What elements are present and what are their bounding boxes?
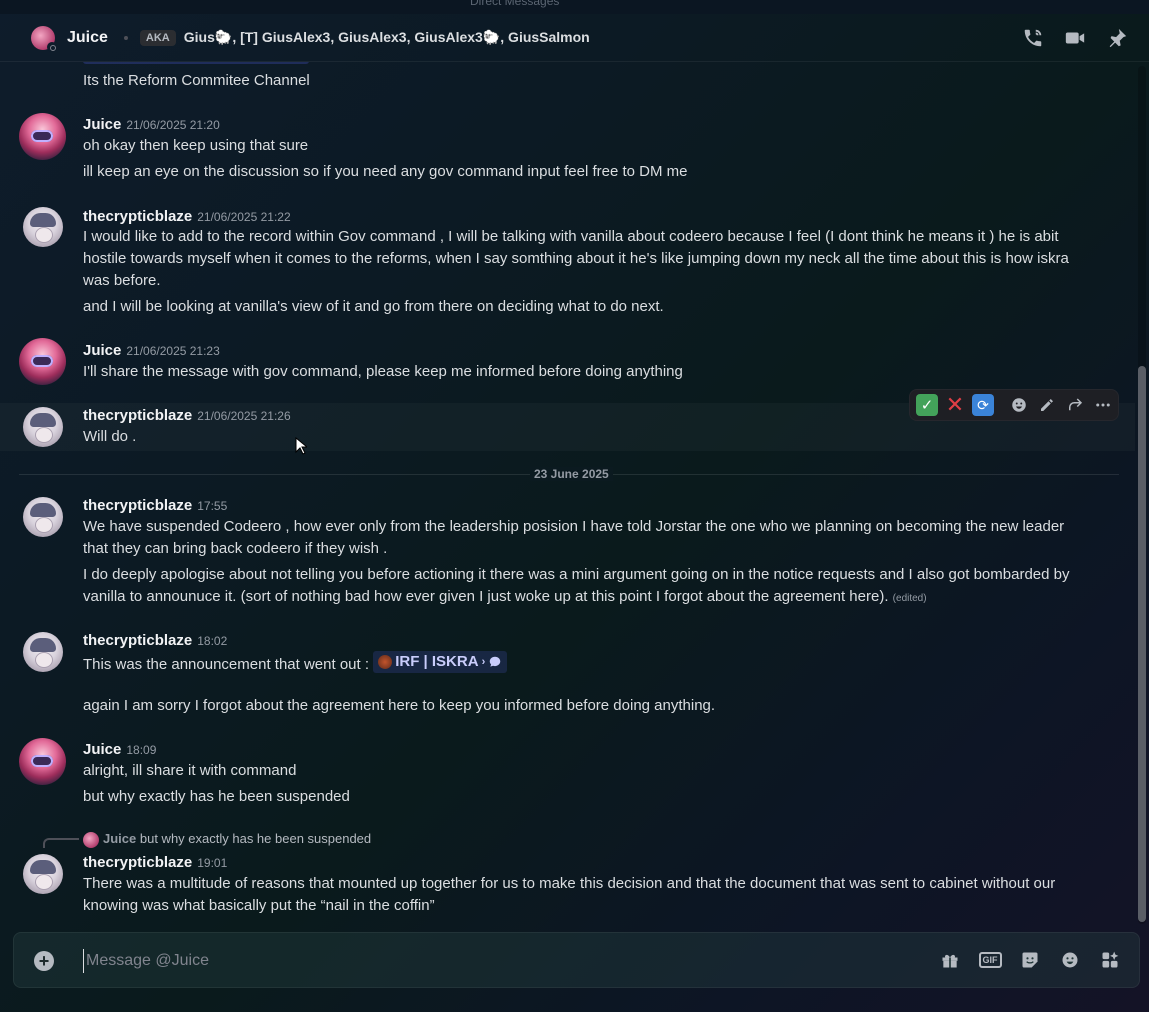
mouse-cursor-icon [295, 437, 307, 455]
header-separator-dot [123, 35, 128, 40]
edit-icon[interactable] [1036, 394, 1058, 416]
message-line: This was the announcement that went out … [83, 651, 1093, 676]
sticker-icon[interactable] [1019, 949, 1041, 971]
avatar[interactable] [19, 738, 66, 785]
message-header: Juice 21/06/2025 21:20 [83, 116, 220, 133]
gif-label: GIF [978, 952, 1002, 968]
message-hover-toolbar: ✓ ✕ ⟳ [909, 389, 1119, 421]
message-line: again I am sorry I forgot about the agre… [83, 697, 716, 714]
reply-preview[interactable]: Juice but why exactly has he been suspen… [83, 831, 371, 848]
timestamp: 18:02 [197, 634, 228, 648]
phone-call-icon[interactable] [1021, 26, 1045, 50]
timestamp: 21/06/2025 21:23 [126, 344, 220, 358]
author-name[interactable]: Juice [83, 741, 121, 758]
avatar[interactable] [23, 854, 63, 894]
avatar[interactable] [23, 207, 63, 247]
cross-mark-reaction[interactable]: ✕ [944, 392, 966, 417]
status-icon [47, 41, 57, 52]
timestamp: 21/06/2025 21:20 [126, 118, 220, 132]
message-list[interactable]: Its the Reform Commitee Channel Juice 21/… [0, 62, 1135, 928]
scrollbar-thumb[interactable] [1138, 366, 1146, 922]
message-composer: + GIF [13, 932, 1140, 988]
window-top-bar: Direct Messages [0, 0, 1149, 14]
message-line: ill keep an eye on the discussion so if … [83, 163, 688, 180]
date-divider-label: 23 June 2025 [530, 467, 613, 481]
message-line: We have suspended Codeero , how ever onl… [83, 518, 1065, 557]
edited-label: (edited) [892, 593, 927, 604]
author-name[interactable]: thecrypticblaze [83, 407, 192, 424]
avatar[interactable] [19, 113, 66, 160]
emoji-icon[interactable] [1059, 949, 1081, 971]
channel-mention[interactable]: IRF | ISKRA › [373, 651, 508, 673]
author-name[interactable]: Juice [83, 116, 121, 133]
message-line: alright, ill share it with command [83, 762, 297, 779]
header-username[interactable]: Juice [67, 29, 108, 47]
window-title: Direct Messages [470, 0, 560, 8]
gif-icon[interactable]: GIF [978, 949, 1002, 971]
timestamp: 21/06/2025 21:22 [197, 210, 291, 224]
repeat-button-reaction[interactable]: ⟳ [972, 394, 994, 416]
avatar[interactable] [23, 407, 63, 447]
message-header: Juice 21/06/2025 21:23 [83, 342, 220, 359]
server-icon [378, 655, 393, 669]
author-name[interactable]: thecrypticblaze [83, 854, 192, 871]
message-line: and I will be looking at vanilla's view … [83, 298, 664, 315]
more-icon[interactable] [1092, 394, 1114, 416]
message-line: Will do . [83, 428, 137, 445]
mention-label: IRF | ISKRA [395, 653, 479, 670]
gift-icon[interactable] [939, 949, 961, 971]
message-line: but why exactly has he been suspended [83, 788, 350, 805]
white-check-mark-reaction[interactable]: ✓ [916, 394, 938, 416]
timestamp: 18:09 [126, 743, 157, 757]
aka-aliases: Gius🐑, [T] GiusAlex3, GiusAlex3, GiusAle… [183, 29, 590, 45]
header-avatar[interactable] [31, 25, 57, 52]
embed-peek [83, 62, 309, 64]
message-header: thecrypticblaze 21/06/2025 21:22 [83, 208, 291, 225]
message-header: thecrypticblaze 17:55 [83, 497, 227, 514]
message-header: Juice 18:09 [83, 741, 156, 758]
message-line: I would like to add to the record within… [83, 228, 1069, 289]
message-header: thecrypticblaze 21/06/2025 21:26 [83, 407, 291, 424]
message-header: thecrypticblaze 19:01 [83, 854, 227, 871]
reply-spine [43, 838, 79, 848]
chat-bubble-icon [489, 656, 501, 667]
author-name[interactable]: thecrypticblaze [83, 497, 192, 514]
author-name[interactable]: thecrypticblaze [83, 208, 192, 225]
message-line: Its the Reform Commitee Channel [83, 72, 310, 89]
message-header: thecrypticblaze 18:02 [83, 632, 227, 649]
mention-separator: › [481, 656, 486, 668]
message-input[interactable] [83, 949, 783, 973]
message-text: This was the announcement that went out … [83, 656, 370, 673]
apps-icon[interactable] [1099, 949, 1121, 971]
message-line: I'll share the message with gov command,… [83, 363, 683, 380]
forward-icon[interactable] [1064, 394, 1086, 416]
aka-badge: AKA [139, 29, 176, 46]
message-scrollbar[interactable] [1138, 66, 1146, 924]
avatar[interactable] [19, 338, 66, 385]
timestamp: 17:55 [197, 499, 228, 513]
dm-header: Juice AKA Gius🐑, [T] GiusAlex3, GiusAlex… [0, 14, 1149, 62]
attach-plus-icon[interactable]: + [34, 951, 54, 971]
avatar[interactable] [23, 632, 63, 672]
timestamp: 19:01 [197, 856, 228, 870]
author-name[interactable]: thecrypticblaze [83, 632, 192, 649]
message-line: I do deeply apologise about not telling … [83, 564, 1093, 610]
add-reaction-icon[interactable] [1008, 394, 1030, 416]
reply-snippet: but why exactly has he been suspended [139, 831, 372, 846]
author-name[interactable]: Juice [83, 342, 121, 359]
avatar[interactable] [23, 497, 63, 537]
reply-avatar [83, 831, 99, 848]
reply-author[interactable]: Juice [103, 831, 136, 846]
message-line: There was a multitude of reasons that mo… [83, 875, 1056, 914]
message-line: oh okay then keep using that sure [83, 137, 309, 154]
pin-icon[interactable] [1105, 26, 1129, 50]
timestamp: 21/06/2025 21:26 [197, 409, 291, 423]
video-camera-icon[interactable] [1063, 26, 1087, 50]
